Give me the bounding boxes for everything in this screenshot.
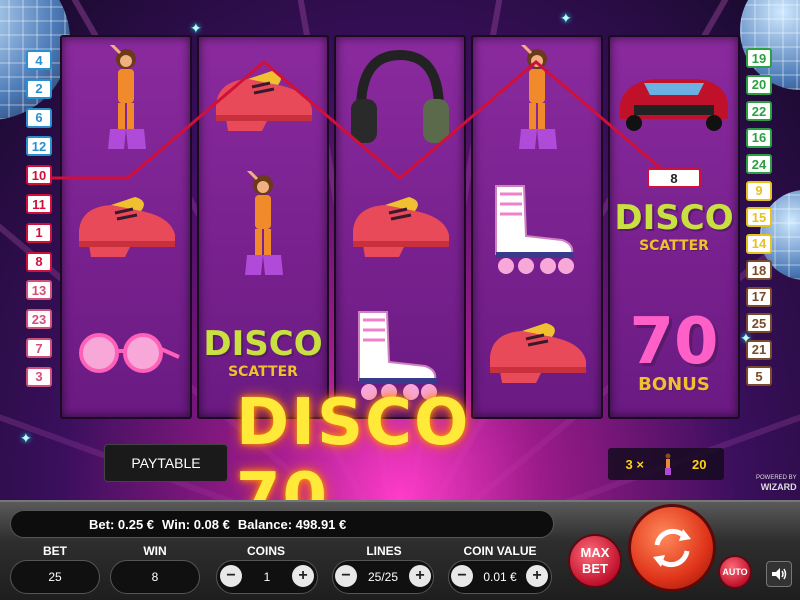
coins-label: COINS [246, 544, 285, 558]
payline-number[interactable]: 17 [746, 286, 772, 307]
balance-info: Balance: 498.91 € [237, 516, 347, 532]
car-symbol [610, 37, 738, 163]
payline-number[interactable]: 7 [26, 338, 52, 358]
dancer-icon [664, 453, 671, 475]
max-bet-label-line2: BET [582, 561, 608, 576]
payline-number[interactable]: 6 [26, 107, 52, 128]
reel-1 [60, 35, 192, 419]
shoe-symbol [336, 163, 464, 289]
bonus-symbol: 70 BONUS [629, 304, 719, 395]
bet-info: Bet: 0.25 € [89, 516, 155, 532]
game-title: DISCO 70 [236, 386, 471, 534]
payline-number[interactable]: 19 [746, 48, 772, 68]
coin-value-label: COIN VALUE [463, 544, 537, 558]
dancer-symbol [473, 37, 601, 163]
payline-number[interactable]: 16 [746, 127, 772, 148]
spin-arrows-icon [653, 528, 691, 568]
reel-4 [471, 35, 603, 419]
coin-value-plus-button[interactable]: + [526, 565, 548, 587]
coins-plus-button[interactable]: + [292, 565, 314, 587]
lines-label: LINES [366, 544, 402, 558]
spin-button[interactable] [628, 504, 716, 592]
shoe-symbol [62, 163, 190, 289]
reel-5: DISCO SCATTER 70 BONUS [608, 35, 740, 419]
payline-number[interactable]: 20 [746, 74, 772, 95]
payline-number[interactable]: 2 [26, 78, 52, 99]
win-amount: 20 [692, 456, 707, 472]
payline-number[interactable]: 10 [26, 165, 52, 186]
max-bet-button[interactable]: MAX BET [568, 534, 622, 588]
payline-number[interactable]: 8 [26, 251, 52, 272]
payline-number[interactable]: 18 [746, 260, 772, 280]
reel-2: DISCO SCATTER [197, 35, 329, 419]
reel-3 [334, 35, 466, 419]
shoe-symbol [199, 37, 327, 163]
brand-logo: POWERED BY WIZARD [756, 474, 797, 492]
payline-number[interactable]: 15 [746, 207, 772, 227]
win-badge: 8 [647, 168, 701, 188]
win-info: Win: 0.08 € [162, 516, 230, 532]
payline-number[interactable]: 11 [26, 194, 52, 214]
payline-number[interactable]: 23 [26, 309, 52, 330]
payline-number[interactable]: 1 [26, 222, 52, 243]
payline-number[interactable]: 4 [26, 50, 52, 70]
payline-number[interactable]: 5 [746, 366, 772, 386]
last-win-panel: 3 × 20 [608, 448, 724, 480]
paytable-button[interactable]: PAYTABLE [104, 444, 228, 482]
payline-number[interactable]: 24 [746, 154, 772, 174]
dancer-symbol [62, 37, 190, 163]
payline-number[interactable]: 25 [746, 313, 772, 333]
glasses-symbol [62, 289, 190, 415]
payline-number[interactable]: 22 [746, 101, 772, 121]
speaker-icon [772, 568, 787, 580]
payline-number[interactable]: 12 [26, 136, 52, 157]
sound-toggle-button[interactable] [766, 561, 792, 587]
payline-number[interactable]: 21 [746, 339, 772, 360]
coin-value-minus-button[interactable]: − [451, 565, 473, 587]
payline-number[interactable]: 13 [26, 280, 52, 301]
bet-label: BET [43, 544, 67, 558]
dancer-symbol [199, 163, 327, 289]
info-bar: Bet: 0.25 € Win: 0.08 € Balance: 498.91 … [10, 510, 554, 538]
brand-name: WIZARD [760, 482, 797, 492]
win-multiplier: 3 × [625, 456, 644, 472]
coins-minus-button[interactable]: − [220, 565, 242, 587]
win-label: WIN [143, 544, 167, 558]
lines-plus-button[interactable]: + [409, 565, 431, 587]
bet-field: 25 [10, 560, 100, 594]
auto-play-button[interactable]: AUTO [718, 555, 752, 589]
payline-number[interactable]: 3 [26, 366, 52, 387]
max-bet-label-line1: MAX [580, 545, 610, 560]
payline-number[interactable]: 9 [746, 180, 772, 201]
payline-number[interactable]: 14 [746, 233, 772, 254]
win-field: 8 [110, 560, 200, 594]
headphones-symbol [336, 37, 464, 163]
lines-minus-button[interactable]: − [335, 565, 357, 587]
skates-symbol [473, 163, 601, 289]
